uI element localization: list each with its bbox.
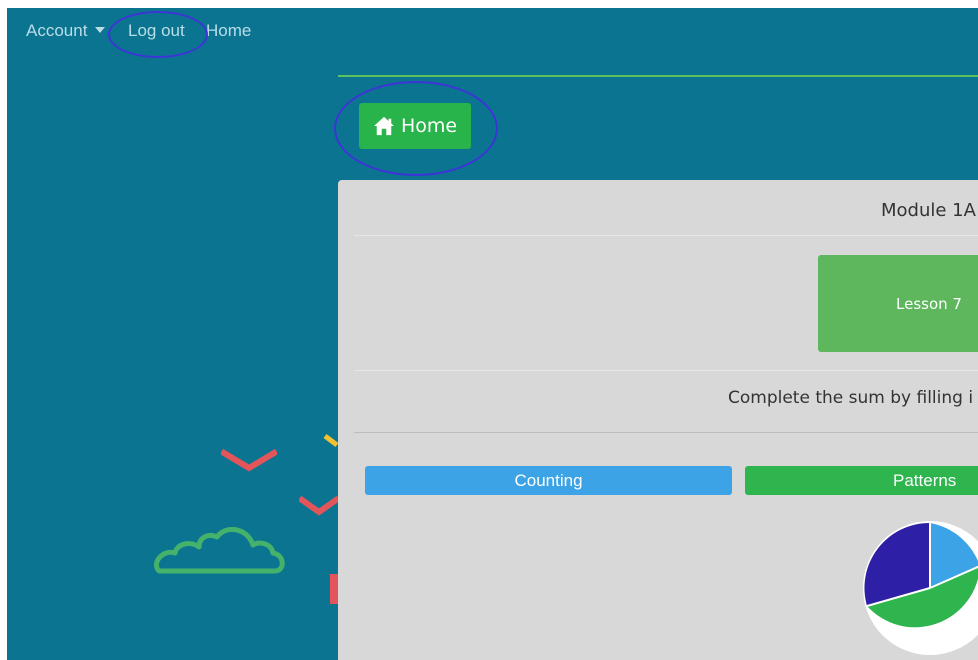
header-divider	[338, 75, 978, 77]
app-background: Account Log out Home Home Module 1A Less…	[7, 8, 978, 660]
cloud-icon	[153, 527, 285, 574]
lesson-label: Lesson 7	[896, 294, 962, 313]
top-navbar: Account Log out Home	[7, 8, 978, 58]
yellow-stroke-icon	[323, 434, 339, 447]
home-button-label: Home	[400, 115, 458, 137]
bird-shape-icon	[299, 496, 339, 516]
card-divider	[354, 235, 978, 236]
card-divider	[354, 432, 978, 433]
caret-down-icon	[95, 27, 106, 33]
lesson-tile[interactable]: Lesson 7	[818, 255, 978, 352]
progress-pie-chart	[863, 521, 978, 655]
red-block-shape	[330, 574, 338, 604]
instruction-text: Complete the sum by filling i	[728, 388, 974, 408]
card-divider	[354, 370, 978, 371]
bird-shape-icon	[221, 448, 277, 472]
home-link[interactable]: Home	[206, 21, 251, 41]
counting-button[interactable]: Counting	[365, 466, 732, 495]
patterns-button[interactable]: Patterns	[745, 466, 978, 495]
module-title: Module 1A	[881, 200, 976, 221]
lesson-card: Module 1A Lesson 7 Complete the sum by f…	[338, 180, 978, 660]
account-label: Account	[26, 21, 88, 40]
home-button[interactable]: Home	[359, 103, 471, 149]
home-icon	[373, 116, 394, 136]
logout-link[interactable]: Log out	[128, 21, 185, 41]
account-dropdown[interactable]: Account	[26, 21, 106, 41]
